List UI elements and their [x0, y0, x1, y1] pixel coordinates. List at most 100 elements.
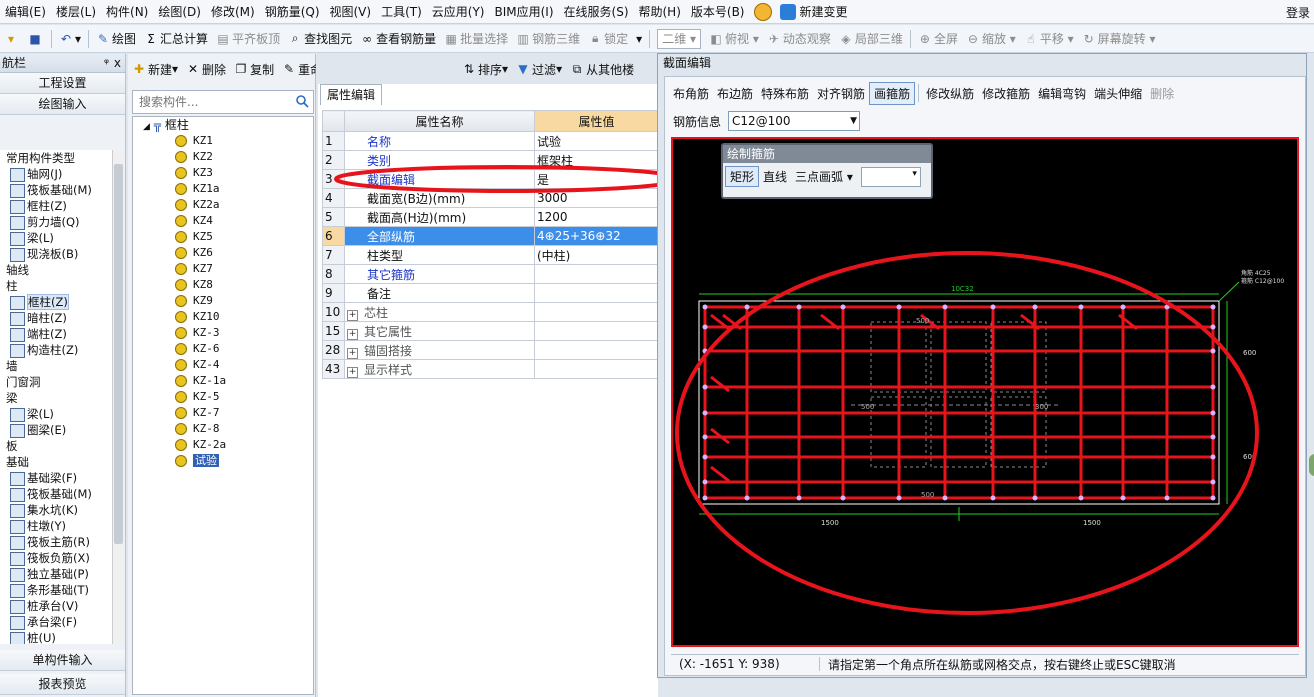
component-item[interactable]: 试验 [133, 453, 313, 469]
nav-item[interactable]: 框柱(Z) [0, 198, 112, 214]
view-mode-select[interactable]: 二维 ▾ [653, 28, 705, 50]
expand-icon[interactable]: + [347, 366, 358, 378]
property-value[interactable] [534, 302, 659, 322]
nav-item[interactable]: 桩(U) [0, 630, 112, 644]
nav-item[interactable]: 筏板负筋(X) [0, 550, 112, 566]
filter-button[interactable]: ▼ 过滤 ▾ [512, 58, 566, 80]
rotate-button[interactable]: ↻ 屏幕旋转 ▾ [1078, 28, 1160, 50]
component-item[interactable]: KZ-1a [133, 373, 313, 389]
property-row[interactable]: 1 名称 试验 [322, 131, 659, 151]
component-item[interactable]: KZ6 [133, 245, 313, 261]
fullscreen-button[interactable]: ⊕ 全屏 [914, 28, 962, 50]
top-view-button[interactable]: ◧ 俯视 ▾ [705, 28, 763, 50]
draw-button[interactable]: ✎ 绘图 [92, 28, 140, 50]
property-row[interactable]: 15 + 其它属性 [322, 321, 659, 341]
nav-item[interactable]: 柱墩(Y) [0, 518, 112, 534]
component-item[interactable]: KZ-6 [133, 341, 313, 357]
nav-item[interactable]: 框柱(Z) [0, 294, 112, 310]
view-rebar-button[interactable]: ∞ 查看钢筋量 [356, 28, 440, 50]
menu-cloud[interactable]: 云应用(Y) [427, 3, 490, 20]
component-item[interactable]: KZ8 [133, 277, 313, 293]
collapse-icon[interactable]: ◢ [143, 122, 150, 132]
menu-tools[interactable]: 工具(T) [376, 3, 427, 20]
nav-item[interactable]: 条形基础(T) [0, 582, 112, 598]
login-link[interactable]: 登录 [1286, 4, 1310, 21]
nav-item[interactable]: 现浇板(B) [0, 246, 112, 262]
rebar-info-select[interactable]: C12@100 ▼ [728, 111, 861, 131]
property-row[interactable]: 5 截面高(H边)(mm) 1200 [322, 207, 659, 227]
palette-combo[interactable]: ▾ [860, 166, 921, 187]
tool-corner-rebar[interactable]: 布角筋 [669, 83, 713, 104]
rename-button[interactable]: ✎重命名 [278, 58, 316, 80]
menu-bim[interactable]: BIM应用(I) [489, 3, 558, 20]
menu-draw[interactable]: 绘图(D) [153, 3, 206, 20]
component-item[interactable]: KZ1 [133, 133, 313, 149]
project-settings-button[interactable]: 工程设置 [0, 73, 125, 94]
lock-button[interactable]: 🔒︎ 锁定 [584, 28, 632, 50]
scrollbar-thumb[interactable] [114, 164, 123, 544]
component-item[interactable]: KZ9 [133, 293, 313, 309]
tool-special-rebar[interactable]: 特殊布筋 [757, 83, 813, 104]
nav-item[interactable]: 门窗洞 [0, 374, 112, 390]
property-row[interactable]: 6 全部纵筋 4⊕25+36⊕32 [322, 226, 659, 246]
component-item[interactable]: KZ-3 [133, 325, 313, 341]
property-value[interactable] [534, 321, 659, 341]
delete-button[interactable]: ✕ 删除 [182, 58, 230, 80]
flat-top-button[interactable]: ▤ 平齐板顶 [212, 28, 284, 50]
component-item[interactable]: KZ3 [133, 165, 313, 181]
avatar-icon[interactable] [753, 2, 772, 21]
rebar-3d-button[interactable]: ▥ 钢筋三维 [512, 28, 584, 50]
property-row[interactable]: 9 备注 [322, 283, 659, 303]
component-item[interactable]: KZ-2a [133, 437, 313, 453]
nav-item[interactable]: 构造柱(Z) [0, 342, 112, 358]
tree-root[interactable]: ◢ ╦ 框柱 [133, 117, 313, 133]
search-icon[interactable] [295, 94, 309, 108]
nav-item[interactable]: 圈梁(E) [0, 422, 112, 438]
local-3d-button[interactable]: ◈ 局部三维 [835, 28, 907, 50]
property-row[interactable]: 43 + 显示样式 [322, 359, 659, 379]
component-item[interactable]: KZ-4 [133, 357, 313, 373]
tool-align-rebar[interactable]: 对齐钢筋 [813, 83, 869, 104]
property-value[interactable] [534, 264, 659, 284]
menu-version[interactable]: 版本号(B) [686, 3, 750, 20]
component-item[interactable]: KZ10 [133, 309, 313, 325]
nav-item[interactable]: 筏板基础(M) [0, 182, 112, 198]
menu-rebar-qty[interactable]: 钢筋量(Q) [260, 3, 325, 20]
find-element-button[interactable]: ⌕ 查找图元 [284, 28, 356, 50]
single-input-button[interactable]: 单构件输入 [0, 650, 125, 671]
property-value[interactable] [534, 359, 659, 379]
component-item[interactable]: KZ-7 [133, 405, 313, 421]
pin-icon[interactable]: ᵠ [104, 54, 109, 72]
nav-item[interactable]: 端柱(Z) [0, 326, 112, 342]
nav-item[interactable]: 轴网(J) [0, 166, 112, 182]
property-value[interactable]: 1200 [534, 207, 659, 227]
component-item[interactable]: KZ1a [133, 181, 313, 197]
component-item[interactable]: KZ5 [133, 229, 313, 245]
property-value[interactable]: (中柱) [534, 245, 659, 265]
nav-item[interactable]: 桩承台(V) [0, 598, 112, 614]
menu-view[interactable]: 视图(V) [325, 3, 377, 20]
menu-component[interactable]: 构件(N) [101, 3, 153, 20]
component-item[interactable]: KZ-5 [133, 389, 313, 405]
nav-item[interactable]: 常用构件类型 [0, 150, 112, 166]
nav-item[interactable]: 筏板基础(M) [0, 486, 112, 502]
nav-item[interactable]: 梁 [0, 390, 112, 406]
drawing-canvas[interactable]: 10C32 1500 1500 600 600 角筋 4C25 箍筋 C12@100 500 5… [671, 137, 1299, 647]
tool-edit-hook[interactable]: 编辑弯钩 [1034, 83, 1090, 104]
nav-item[interactable]: 板 [0, 438, 112, 454]
tool-modify-longitudinal[interactable]: 修改纵筋 [922, 83, 978, 104]
nav-item[interactable]: 独立基础(P) [0, 566, 112, 582]
draw-input-button[interactable]: 绘图输入 [0, 94, 125, 115]
property-value[interactable]: 试验 [534, 131, 659, 151]
property-row[interactable]: 10 + 芯柱 [322, 302, 659, 322]
tool-modify-stirrup[interactable]: 修改箍筋 [978, 83, 1034, 104]
menu-edit[interactable]: 编辑(E) [0, 3, 51, 20]
line-button[interactable]: 直线 [759, 167, 791, 186]
nav-item[interactable]: 承台梁(F) [0, 614, 112, 630]
new-button[interactable]: ✚ 新建 ▾ [128, 58, 182, 80]
tool-end-stretch[interactable]: 端头伸缩 [1090, 83, 1146, 104]
report-preview-button[interactable]: 报表预览 [0, 674, 125, 695]
property-value[interactable]: 4⊕25+36⊕32 [534, 226, 659, 246]
expand-icon[interactable]: + [347, 347, 358, 359]
tool-delete[interactable]: 删除 [1146, 83, 1178, 104]
